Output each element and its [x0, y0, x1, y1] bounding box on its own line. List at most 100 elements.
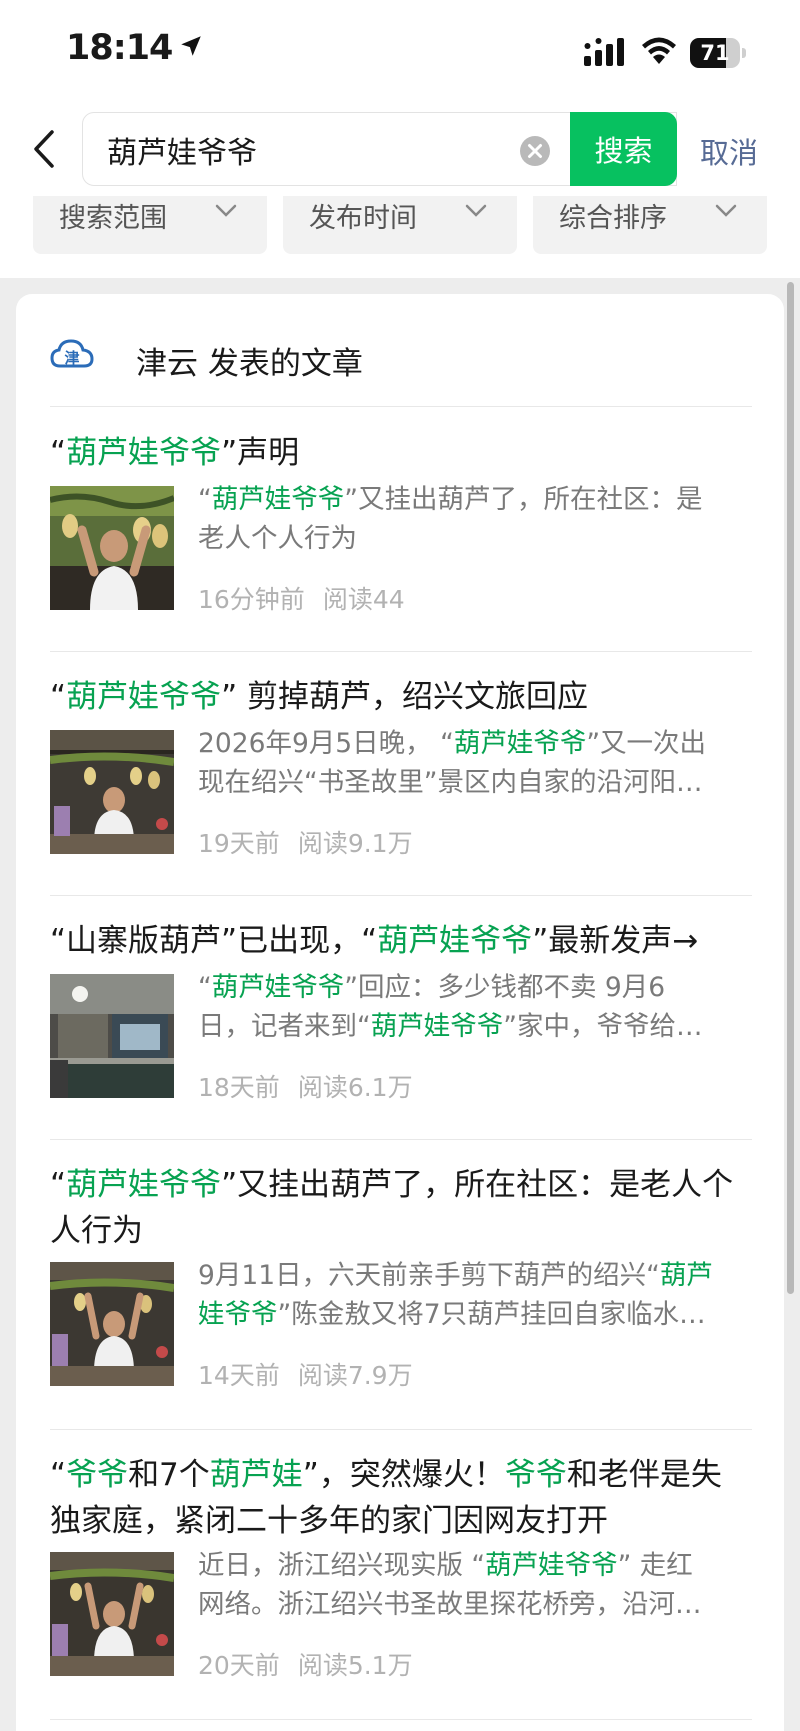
location-arrow-icon — [181, 36, 202, 56]
keyword-highlight: 葫芦 — [659, 1260, 713, 1291]
text-segment: 9月11日，六天前亲手剪下葫芦的绍兴“ — [198, 1260, 660, 1291]
wifi-icon — [642, 37, 676, 64]
article-summary: 2026年9月5日晚， “葫芦娃爷爷”又一次出 现在绍兴“书圣故里”景区内自家的… — [198, 724, 752, 802]
keyword-highlight: 葫芦娃爷爷 — [485, 1550, 618, 1581]
article-summary-line: “葫芦娃爷爷”又挂出葫芦了，所在社区：是 — [198, 480, 752, 519]
keyword-highlight: 葫芦娃爷爷 — [370, 1011, 504, 1042]
text-segment: ”最新发声→ — [532, 923, 699, 959]
article-summary-line: 娃爷爷”陈金敖又将7只葫芦挂回自家临水… — [198, 1295, 752, 1334]
article-thumbnail — [50, 730, 174, 854]
filter-bar: 搜索范围 发布时间 综合排序 — [0, 196, 800, 278]
jinyun-cloud-logo-icon: 津 — [50, 339, 94, 368]
text-segment: 老人个人行为 — [198, 523, 357, 554]
chevron-down-icon — [465, 204, 487, 217]
article-title: “山寨版葫芦”已出现，“葫芦娃爷爷”最新发声→ — [50, 918, 752, 964]
text-segment: ”家中，爷爷给… — [503, 1011, 703, 1042]
article-summary: 9月11日，六天前亲手剪下葫芦的绍兴“葫芦 娃爷爷”陈金敖又将7只葫芦挂回自家临… — [198, 1256, 752, 1334]
battery-body: 71 — [690, 38, 740, 68]
text-segment: 2026年9月5日晚， “ — [198, 728, 454, 759]
text-segment: ”，突然爆火！ — [302, 1457, 505, 1493]
filter-label: 综合排序 — [559, 203, 667, 234]
keyword-highlight: 葫芦娃爷爷 — [453, 728, 587, 759]
scrollbar[interactable] — [787, 282, 794, 1294]
article-summary: 近日，浙江绍兴现实版 “葫芦娃爷爷” 走红 网络。浙江绍兴书圣故里探花桥旁，沿河… — [198, 1546, 752, 1624]
text-segment: ”又一次出 — [586, 728, 707, 759]
article-meta: 19天前 阅读9.1万 — [198, 824, 413, 860]
filter-publish-time[interactable]: 发布时间 — [283, 196, 517, 254]
article-summary: “葫芦娃爷爷”又挂出葫芦了，所在社区：是 老人个人行为 — [198, 480, 752, 558]
text-segment: 现在绍兴“书圣故里”景区内自家的沿河阳… — [198, 767, 703, 798]
keyword-highlight: 爷爷 — [504, 1457, 567, 1493]
article-meta: 16分钟前 阅读44 — [198, 580, 405, 616]
divider — [50, 895, 752, 896]
divider — [50, 1719, 752, 1720]
account-name: 津云 发表的文章 — [136, 346, 363, 382]
chevron-down-icon — [715, 204, 737, 217]
article-reads: 阅读5.1万 — [297, 1651, 413, 1680]
text-segment: “ — [50, 1167, 67, 1203]
article-time: 19天前 — [198, 829, 280, 858]
chevron-down-icon — [215, 204, 237, 217]
keyword-highlight: 葫芦娃爷爷 — [66, 435, 222, 471]
keyword-highlight: 葫芦娃 — [209, 1457, 303, 1493]
status-time-text: 18:14 — [66, 28, 173, 68]
search-input[interactable] — [107, 113, 507, 187]
article-reads: 阅读44 — [322, 585, 405, 614]
divider — [50, 406, 752, 407]
article-reads: 阅读9.1万 — [297, 829, 413, 858]
article-summary-line: 日，记者来到“葫芦娃爷爷”家中，爷爷给… — [198, 1007, 752, 1046]
article-title: “葫芦娃爷爷”又挂出葫芦了，所在社区：是老人个人行为 — [50, 1162, 752, 1254]
article-item[interactable]: “葫芦娃爷爷”声明 “葫芦娃爷爷”又挂出葫芦了，所在社区：是 老人个人行为 16… — [50, 430, 752, 640]
text-segment: ” 剪掉葫芦，绍兴文旅回应 — [221, 679, 588, 715]
wechat-search-screen: 18:14 71 葫芦娃爷爷 搜索 取消 搜索范围 发布时间 综合排序 津 津云… — [0, 0, 800, 1731]
cellular-signal-icon — [584, 38, 624, 66]
text-segment: ” 走红 — [617, 1550, 693, 1581]
text-segment: 近日，浙江绍兴现实版 “ — [198, 1550, 486, 1581]
divider — [50, 1139, 752, 1140]
article-thumbnail — [50, 974, 174, 1098]
article-reads: 阅读6.1万 — [297, 1073, 413, 1102]
article-summary-line: 现在绍兴“书圣故里”景区内自家的沿河阳… — [198, 763, 752, 802]
text-segment: “ — [50, 1457, 67, 1493]
article-meta: 20天前 阅读5.1万 — [198, 1646, 413, 1682]
status-time: 18:14 — [66, 28, 204, 68]
article-time: 14天前 — [198, 1361, 280, 1390]
text-segment: ”陈金敖又将7只葫芦挂回自家临水… — [277, 1299, 706, 1330]
article-thumbnail — [50, 486, 174, 610]
cancel-button[interactable]: 取消 — [700, 130, 758, 172]
article-item[interactable]: “葫芦娃爷爷” 剪掉葫芦，绍兴文旅回应 2026年9月5日晚， “葫芦娃爷爷”又… — [50, 674, 752, 884]
clear-search-icon[interactable] — [519, 135, 551, 167]
battery-cap — [742, 48, 746, 58]
text-segment: ”声明 — [221, 435, 300, 471]
text-segment: “ — [50, 679, 67, 715]
article-summary-line: 老人个人行为 — [198, 519, 752, 558]
text-segment: “山寨版葫芦”已出现，“ — [50, 923, 378, 959]
article-title: “爷爷和7个葫芦娃”，突然爆火！爷爷和老伴是失独家庭，紧闭二十多年的家门因网友打… — [50, 1452, 752, 1544]
keyword-highlight: 葫芦娃爷爷 — [377, 923, 533, 959]
svg-text:津: 津 — [64, 349, 79, 367]
text-segment: 和7个 — [128, 1457, 210, 1493]
article-meta: 14天前 阅读7.9万 — [198, 1356, 413, 1392]
text-segment: 日，记者来到“ — [198, 1011, 371, 1042]
text-segment: 网络。浙江绍兴书圣故里探花桥旁，沿河… — [198, 1589, 702, 1620]
back-chevron-icon[interactable] — [28, 128, 64, 170]
article-time: 18天前 — [198, 1073, 280, 1102]
article-time: 20天前 — [198, 1651, 280, 1680]
keyword-highlight: 娃爷爷 — [198, 1299, 278, 1330]
text-segment: “ — [198, 972, 212, 1003]
filter-sort-order[interactable]: 综合排序 — [533, 196, 767, 254]
article-title: “葫芦娃爷爷” 剪掉葫芦，绍兴文旅回应 — [50, 674, 752, 720]
article-meta: 18天前 阅读6.1万 — [198, 1068, 413, 1104]
article-time: 16分钟前 — [198, 585, 305, 614]
status-bar: 18:14 71 — [0, 0, 800, 100]
article-item[interactable]: “山寨版葫芦”已出现，“葫芦娃爷爷”最新发声→ “葫芦娃爷爷”回应：多少钱都不卖… — [50, 918, 752, 1128]
filter-search-scope[interactable]: 搜索范围 — [33, 196, 267, 254]
account-header[interactable]: 津 津云 发表的文章 — [50, 334, 750, 382]
keyword-highlight: 葫芦娃爷爷 — [211, 972, 345, 1003]
keyword-highlight: 葫芦娃爷爷 — [211, 484, 345, 515]
article-item[interactable]: “爷爷和7个葫芦娃”，突然爆火！爷爷和老伴是失独家庭，紧闭二十多年的家门因网友打… — [50, 1452, 752, 1708]
keyword-highlight: 爷爷 — [66, 1457, 129, 1493]
article-item[interactable]: “葫芦娃爷爷”又挂出葫芦了，所在社区：是老人个人行为 9月11日，六天前亲手剪下… — [50, 1162, 752, 1418]
search-button[interactable]: 搜索 — [570, 112, 677, 186]
article-summary-line: 2026年9月5日晚， “葫芦娃爷爷”又一次出 — [198, 724, 752, 763]
